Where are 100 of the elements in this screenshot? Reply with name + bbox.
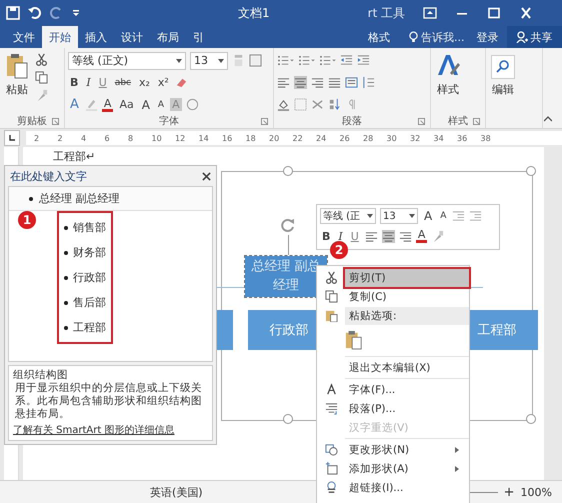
lightbulb-icon <box>409 30 418 44</box>
resize-handle[interactable] <box>526 414 536 424</box>
font-color-button[interactable]: A <box>416 229 428 243</box>
align-icon[interactable] <box>294 76 307 89</box>
shading-icon[interactable] <box>277 98 290 111</box>
styles-button[interactable]: 样式 <box>434 51 462 114</box>
menu-item[interactable]: 添加形状(A) <box>345 460 469 478</box>
ribbon-tab[interactable]: 开始 <box>42 26 78 48</box>
horizontal-ruler[interactable]: 2 2 4 6 8 10 12 14 16 18 20 22 24 26 28 30 32 34 36 38 <box>26 131 562 145</box>
details-link[interactable]: 了解有关 SmartArt 图形的详细信息 <box>13 424 174 437</box>
format-button[interactable]: B <box>68 76 80 89</box>
format-button[interactable]: U <box>348 230 361 242</box>
share-button[interactable]: 共享 <box>506 26 562 48</box>
sort-icon[interactable] <box>328 98 341 111</box>
dialog-launcher-icon[interactable] <box>473 118 480 124</box>
font-size-field[interactable]: 13 <box>380 208 418 224</box>
list-icon[interactable] <box>319 54 336 67</box>
grow-font-button[interactable]: A <box>140 98 152 112</box>
caret-icon[interactable] <box>367 214 373 218</box>
grow-font-button[interactable]: A <box>422 209 434 223</box>
ribbon-tab[interactable]: 引 <box>186 26 211 48</box>
menu-item[interactable]: 更改形状(N) <box>345 440 469 458</box>
resize-handle[interactable] <box>526 166 536 176</box>
bullet-item[interactable]: 总经理 副总经理 <box>9 187 212 211</box>
customize-icon[interactable] <box>72 8 80 18</box>
align-icon[interactable] <box>328 76 341 89</box>
align-icon[interactable] <box>364 230 378 242</box>
bullet-item[interactable]: 售后部 <box>59 290 111 315</box>
resize-handle[interactable] <box>283 166 293 176</box>
menu-item[interactable]: 超链接(I)... <box>345 478 469 496</box>
format-button[interactable]: I <box>84 76 93 89</box>
list-icon[interactable] <box>298 54 315 67</box>
menu-item[interactable]: 段落(P)... <box>345 400 469 418</box>
format-button[interactable]: I <box>336 230 345 242</box>
resize-handle[interactable] <box>283 414 293 424</box>
text-effects-button[interactable]: A <box>68 97 81 112</box>
ribbon-display-icon[interactable] <box>423 7 438 19</box>
menu-item[interactable]: 复制(C) <box>345 288 469 306</box>
font-name-field[interactable]: 等线 (正 <box>320 208 376 224</box>
rotate-handle-icon[interactable] <box>280 217 296 233</box>
menu-item[interactable]: 剪切(T) <box>345 268 469 286</box>
caret-icon[interactable] <box>176 58 182 62</box>
align-icon[interactable] <box>382 230 395 242</box>
paste-button[interactable]: 粘贴 <box>3 51 31 114</box>
font-size-field[interactable]: 13 <box>190 52 228 70</box>
language-status[interactable]: 英语(美国) <box>150 484 203 500</box>
menu-item[interactable]: 粘贴选项: <box>345 306 469 324</box>
format-button[interactable]: abc <box>112 78 133 88</box>
align-icon[interactable] <box>277 76 290 89</box>
caret-icon[interactable] <box>409 214 415 218</box>
shrink-font-button[interactable]: A <box>438 211 448 221</box>
decrease-indent-icon[interactable] <box>452 210 466 222</box>
collapse-ribbon-icon[interactable] <box>544 116 552 122</box>
format-button[interactable]: B <box>320 230 332 242</box>
caret-icon[interactable] <box>218 58 224 62</box>
scissors-icon[interactable] <box>35 53 48 66</box>
format-button[interactable]: x₂ <box>137 76 152 89</box>
ribbon-tab[interactable]: 布局 <box>150 26 186 48</box>
save-icon[interactable] <box>6 6 20 20</box>
bullet-item[interactable]: 销售部 <box>59 215 111 240</box>
font-color-button[interactable]: A <box>102 98 114 112</box>
format-button[interactable]: x² <box>156 76 171 89</box>
list-icon[interactable] <box>277 54 294 67</box>
change-case-button[interactable]: Aa <box>117 98 136 111</box>
tab-selector[interactable] <box>4 130 20 146</box>
maximize-icon[interactable] <box>487 7 502 19</box>
eraser-icon[interactable] <box>174 76 188 89</box>
menu-item[interactable]: 退出文本编辑(X) <box>345 358 469 376</box>
dialog-launcher-icon[interactable] <box>418 118 425 124</box>
borders-icon[interactable] <box>294 98 307 111</box>
ribbon-tab[interactable]: 文件 <box>6 26 42 48</box>
bullet-item[interactable]: 财务部 <box>59 240 111 265</box>
distributed-icon[interactable] <box>345 76 358 89</box>
decrease-indent-icon[interactable] <box>340 54 353 67</box>
menu-item[interactable]: 字体(F)... <box>345 380 469 398</box>
copy-icon[interactable] <box>35 71 48 84</box>
zoom-in-button[interactable]: + <box>504 484 515 500</box>
close-icon[interactable] <box>519 7 534 19</box>
dialog-launcher-icon[interactable] <box>261 118 268 124</box>
close-icon[interactable] <box>202 172 211 180</box>
align-icon[interactable] <box>398 230 412 242</box>
tell-me-field[interactable]: 告诉我... <box>421 30 464 44</box>
sign-in-link[interactable]: 登录 <box>476 26 498 48</box>
ribbon-tab[interactable]: 插入 <box>78 26 114 48</box>
shrink-font-button[interactable]: A <box>156 100 166 110</box>
bullet-item[interactable]: 工程部 <box>59 315 111 340</box>
dialog-launcher-icon[interactable] <box>52 118 59 124</box>
ribbon-tab[interactable]: 设计 <box>114 26 150 48</box>
character-border-icon[interactable] <box>249 54 262 67</box>
zoom-level[interactable]: 100% <box>520 486 552 498</box>
align-icon[interactable] <box>311 76 324 89</box>
font-name-field[interactable]: 等线 (正文) <box>68 52 186 70</box>
line-spacing-icon[interactable] <box>362 76 375 89</box>
clipboard-icon[interactable] <box>345 329 363 351</box>
increase-indent-icon[interactable] <box>357 54 370 67</box>
increase-indent-icon[interactable] <box>469 210 482 222</box>
ribbon-tab[interactable]: 格式 <box>361 26 397 48</box>
editing-button[interactable]: 编辑 <box>489 51 517 128</box>
bullet-item[interactable]: 行政部 <box>59 265 111 290</box>
undo-icon[interactable] <box>28 6 42 20</box>
